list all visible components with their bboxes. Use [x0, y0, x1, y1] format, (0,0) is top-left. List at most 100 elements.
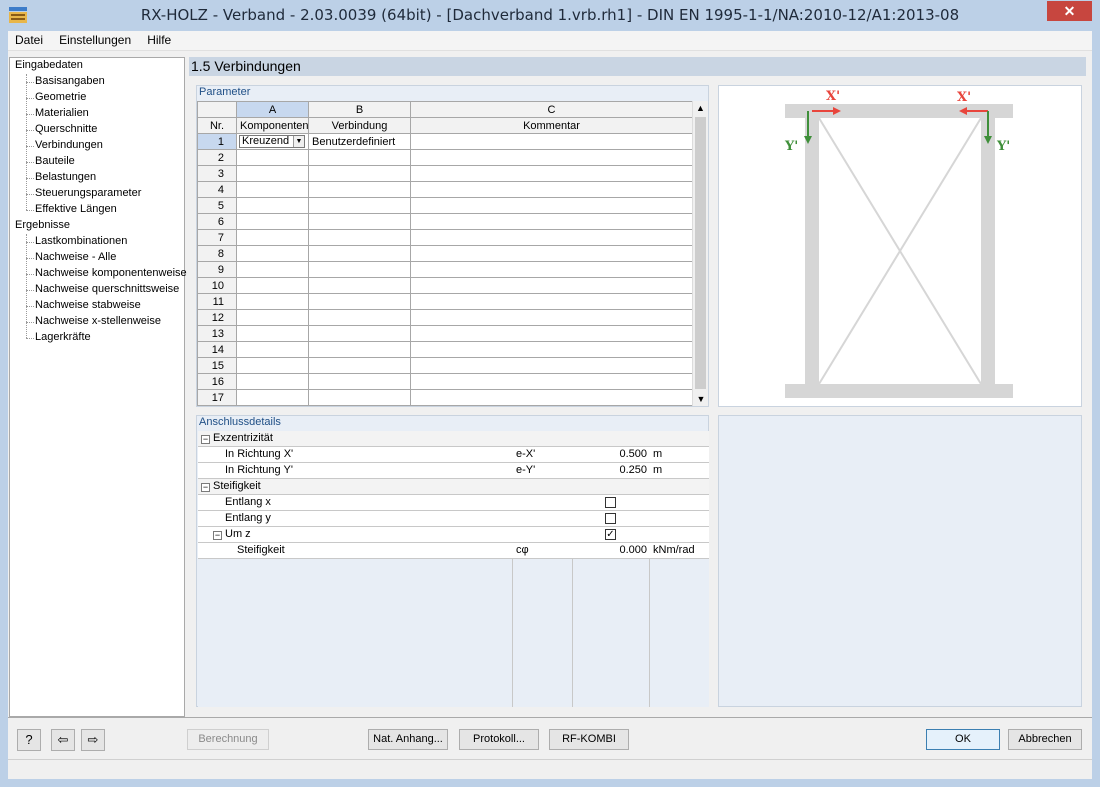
grid-cell[interactable]: [236, 213, 309, 230]
close-button[interactable]: ✕: [1047, 1, 1092, 21]
parameter-scrollbar[interactable]: ▲ ▼: [692, 101, 708, 406]
grid-cell[interactable]: [410, 373, 693, 390]
grid-cell[interactable]: [308, 293, 411, 310]
grid-cell[interactable]: [236, 165, 309, 182]
grid-cell[interactable]: [236, 309, 309, 326]
grid-cell[interactable]: [308, 181, 411, 198]
grid-cell[interactable]: [410, 213, 693, 230]
collapse-icon[interactable]: −: [213, 531, 222, 540]
next-button[interactable]: ⇨: [81, 729, 105, 751]
komponenten-dropdown[interactable]: Kreuzend ▼: [239, 135, 305, 148]
grid-cell[interactable]: [410, 277, 693, 294]
tree-item-lagerkraefte[interactable]: Lagerkräfte: [35, 331, 91, 343]
row-number[interactable]: 10: [197, 277, 237, 294]
row-number[interactable]: 6: [197, 213, 237, 230]
nat-anhang-button[interactable]: Nat. Anhang...: [368, 729, 448, 750]
grid-cell[interactable]: [410, 341, 693, 358]
grid-cell[interactable]: [308, 341, 411, 358]
row-number[interactable]: 17: [197, 389, 237, 406]
row-number[interactable]: 2: [197, 149, 237, 166]
berechnung-button[interactable]: Berechnung: [187, 729, 269, 750]
grid-cell[interactable]: [410, 261, 693, 278]
tree-item-nachweise-stabweise[interactable]: Nachweise stabweise: [35, 299, 141, 311]
grid-cell[interactable]: [236, 245, 309, 262]
tree-item-steuerungsparameter[interactable]: Steuerungsparameter: [35, 187, 141, 199]
grid-cell[interactable]: [410, 309, 693, 326]
protokoll-button[interactable]: Protokoll...: [459, 729, 539, 750]
row-number[interactable]: 15: [197, 357, 237, 374]
tree-item-querschnitte[interactable]: Querschnitte: [35, 123, 97, 135]
tree-item-nachweise-querschnittsweise[interactable]: Nachweise querschnittsweise: [35, 283, 179, 295]
grid-cell[interactable]: [410, 181, 693, 198]
row-number[interactable]: 3: [197, 165, 237, 182]
tree-root-eingabedaten[interactable]: Eingabedaten: [15, 59, 83, 71]
grid-cell[interactable]: [308, 197, 411, 214]
tree-item-belastungen[interactable]: Belastungen: [35, 171, 96, 183]
richtung-x-value[interactable]: 0.500: [573, 447, 647, 463]
grid-cell[interactable]: [236, 261, 309, 278]
dropdown-arrow-icon[interactable]: ▼: [293, 136, 304, 147]
grid-cell[interactable]: [308, 325, 411, 342]
collapse-icon[interactable]: −: [201, 435, 210, 444]
scroll-thumb[interactable]: [695, 117, 706, 389]
um-z-checkbox[interactable]: ✓: [605, 529, 616, 540]
grid-cell[interactable]: [410, 389, 693, 406]
grid-cell[interactable]: [236, 293, 309, 310]
grid-cell[interactable]: [236, 277, 309, 294]
steifigkeit-value[interactable]: 0.000: [573, 543, 647, 559]
tree-item-nachweise-komponentenweise[interactable]: Nachweise komponentenweise: [35, 267, 187, 279]
row-number[interactable]: 14: [197, 341, 237, 358]
col-letter-b[interactable]: B: [308, 101, 411, 118]
row-number[interactable]: 1: [197, 133, 237, 150]
tree-item-geometrie[interactable]: Geometrie: [35, 91, 86, 103]
grid-cell[interactable]: [410, 197, 693, 214]
grid-cell[interactable]: [236, 197, 309, 214]
grid-cell[interactable]: [410, 229, 693, 246]
tree-item-basisangaben[interactable]: Basisangaben: [35, 75, 105, 87]
grid-cell[interactable]: [308, 389, 411, 406]
cell-kommentar[interactable]: [410, 133, 693, 150]
row-number[interactable]: 12: [197, 309, 237, 326]
tree-item-nachweise-alle[interactable]: Nachweise - Alle: [35, 251, 116, 263]
grid-cell[interactable]: [410, 149, 693, 166]
abbrechen-button[interactable]: Abbrechen: [1008, 729, 1082, 750]
row-number[interactable]: 5: [197, 197, 237, 214]
grid-cell[interactable]: [308, 309, 411, 326]
ok-button[interactable]: OK: [926, 729, 1000, 750]
group-row-exzentrizitaet[interactable]: − Exzentrizität: [198, 431, 709, 447]
tree-item-verbindungen[interactable]: Verbindungen: [35, 139, 103, 151]
grid-cell[interactable]: [308, 245, 411, 262]
help-button[interactable]: ?: [17, 729, 41, 751]
tree-item-materialien[interactable]: Materialien: [35, 107, 89, 119]
row-number[interactable]: 9: [197, 261, 237, 278]
grid-cell[interactable]: [236, 181, 309, 198]
scroll-down-icon[interactable]: ▼: [693, 392, 709, 406]
previous-button[interactable]: ⇦: [51, 729, 75, 751]
grid-cell[interactable]: [308, 261, 411, 278]
row-number[interactable]: 7: [197, 229, 237, 246]
group-row-steifigkeit[interactable]: − Steifigkeit: [198, 479, 709, 495]
menu-einstellungen[interactable]: Einstellungen: [52, 31, 137, 47]
cell-komponenten[interactable]: Kreuzend ▼: [236, 133, 309, 150]
tree-item-lastkombinationen[interactable]: Lastkombinationen: [35, 235, 127, 247]
grid-cell[interactable]: [410, 357, 693, 374]
grid-cell[interactable]: [236, 341, 309, 358]
scroll-up-icon[interactable]: ▲: [693, 101, 708, 115]
tree-root-ergebnisse[interactable]: Ergebnisse: [15, 219, 70, 231]
row-number[interactable]: 8: [197, 245, 237, 262]
grid-cell[interactable]: [308, 213, 411, 230]
grid-cell[interactable]: [410, 293, 693, 310]
col-letter-a[interactable]: A: [236, 101, 309, 118]
grid-cell[interactable]: [308, 229, 411, 246]
grid-cell[interactable]: [308, 277, 411, 294]
grid-cell[interactable]: [236, 357, 309, 374]
menu-datei[interactable]: Datei: [8, 31, 49, 47]
rf-kombi-button[interactable]: RF-KOMBI: [549, 729, 629, 750]
col-letter-c[interactable]: C: [410, 101, 693, 118]
row-number[interactable]: 11: [197, 293, 237, 310]
cell-verbindung[interactable]: Benutzerdefiniert: [308, 133, 411, 150]
grid-cell[interactable]: [236, 229, 309, 246]
menu-hilfe[interactable]: Hilfe: [140, 31, 177, 47]
grid-cell[interactable]: [236, 325, 309, 342]
grid-cell[interactable]: [410, 165, 693, 182]
